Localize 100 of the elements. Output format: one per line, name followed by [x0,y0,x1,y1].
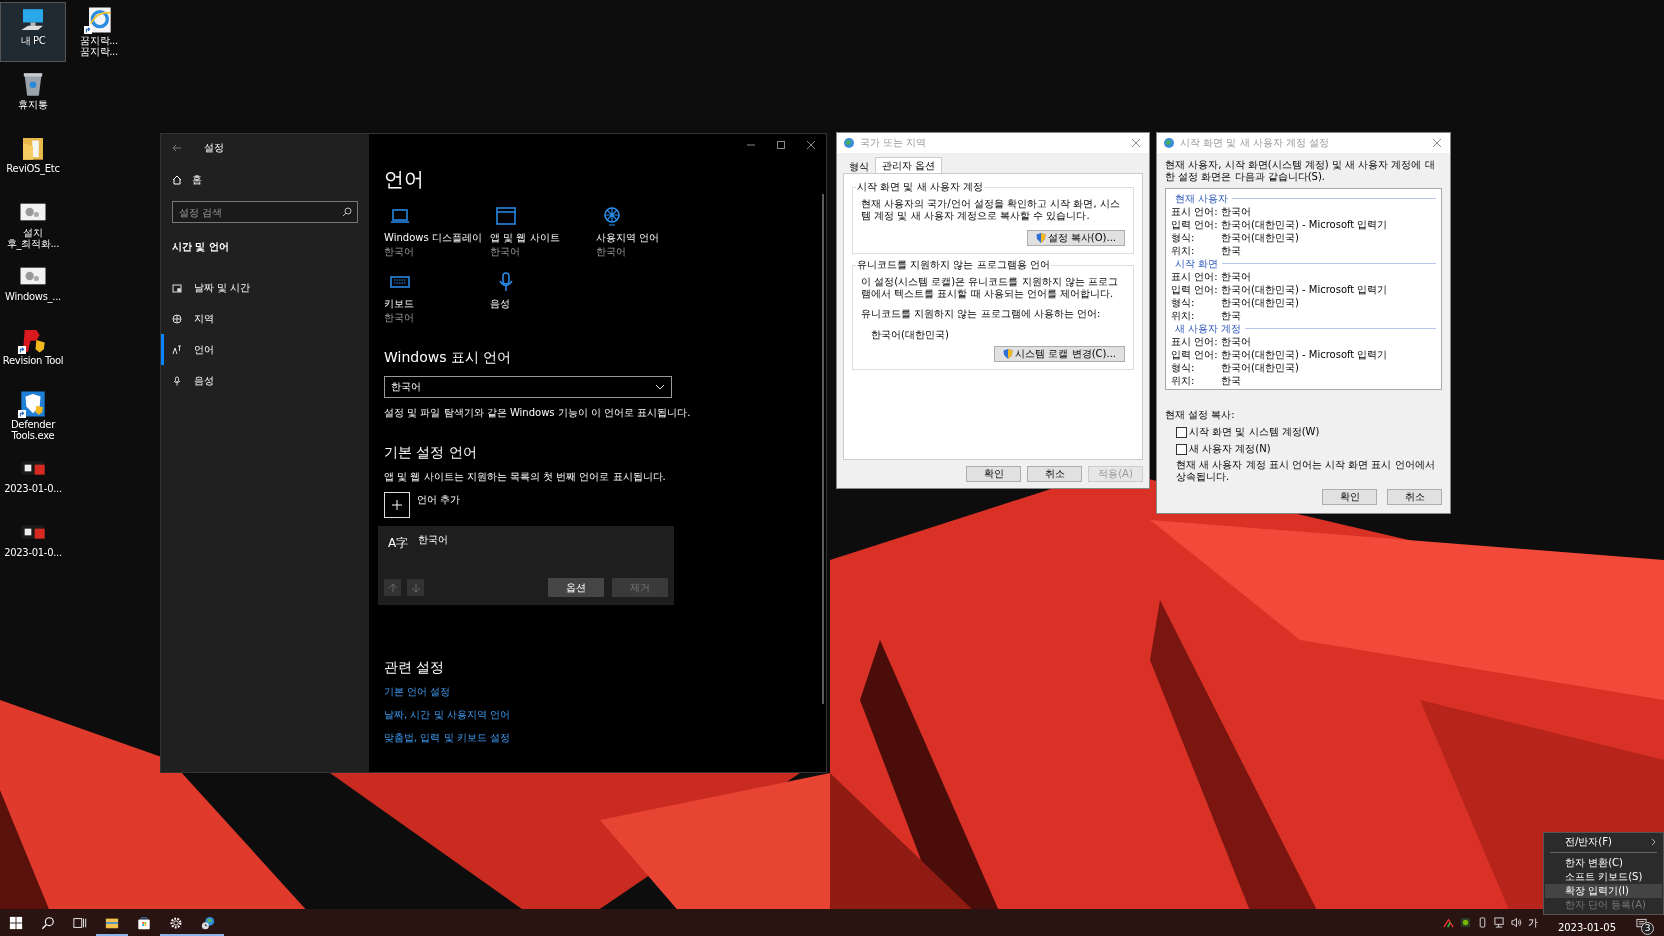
close-icon[interactable] [1432,138,1442,148]
description-text: 설정 및 파일 탐색기와 같은 Windows 기능이 이 언어로 표시됩니다. [384,406,691,420]
menu-item[interactable]: 한자 변환(C) [1545,856,1662,870]
field-label: 입력 언어: [1171,217,1219,232]
field-value: 한국 [1221,373,1241,388]
nav-item[interactable]: 지역 [161,303,358,334]
field-value: 한국어(대한민국) - Microsoft 입력기 [1221,282,1388,297]
notification-badge: 3 [1641,922,1654,935]
input-method-indicator[interactable]: 가 [1527,915,1538,930]
settings-link[interactable]: 기본 언어 설정 [384,684,451,700]
home-link[interactable]: 홈 [172,171,358,189]
desktop-icon[interactable]: 휴지통 [0,66,66,126]
store-icon [137,915,151,930]
field-label: 형식: [1171,230,1196,245]
description-text: 현재 사용자, 시작 화면(시스템 계정) 및 새 사용자 계정에 대한 설정 화면은 다음과 같습니다(S). [1165,159,1436,183]
globe-icon [172,313,182,324]
field-value: 한국어(대한민국) - Microsoft 입력기 [1221,217,1388,232]
start-icon [9,915,23,930]
language-action-button[interactable]: 옵션 [548,578,604,597]
admin-button[interactable]: 시스템 로캘 변경(C)... [994,346,1125,362]
desktop-icon[interactable]: 2023-01-0... [0,514,66,574]
field-value: 한국어(대한민국) [1221,295,1299,310]
speaker-icon[interactable] [1510,917,1522,928]
description-text: 유니코드를 지원하지 않는 프로그램에 사용하는 언어: [861,308,1102,320]
globe-clock-icon [201,915,215,930]
field-label: 위치: [1171,308,1196,323]
language-icon [172,344,182,355]
description-text: 앱 및 웹 사이트는 지원하는 목록의 첫 번째 언어로 표시됩니다. [384,470,666,484]
shield-icon [1035,233,1046,243]
menu-item[interactable]: 전/반자(F) [1545,835,1662,849]
chart-icon[interactable] [1442,917,1454,928]
dialog-button[interactable]: 취소 [1387,489,1442,505]
search-icon [342,207,352,217]
field-value: 한국어 [1221,204,1251,219]
field-label: 입력 언어: [1171,347,1219,362]
nav-item[interactable]: 언어 [161,334,358,365]
language-name: 한국어 [418,533,449,547]
settings-tile[interactable]: 키보드 한국어 [384,272,490,338]
description-text: 현재 사용자의 국가/언어 설정을 확인하고 시작 화면, 시스템 계정 및 새 사용자 계정으로 복사할 수 있습니다. [861,198,1121,222]
settings-tile[interactable]: Windows 디스플레이 한국어 [384,206,490,272]
group-title: 유니코드를 지원하지 않는 프로그램용 언어 [856,258,1051,272]
field-value: 한국 [1221,243,1241,258]
dialog-button[interactable]: 확인 [1322,489,1377,505]
dialog-button[interactable]: 확인 [966,466,1021,482]
tab[interactable]: 형식 [843,160,875,173]
window-title: 시작 화면 및 새 사용자 계정 설정 [1180,136,1331,150]
close-icon[interactable] [1131,138,1141,148]
notification-button[interactable]: 3 [1636,910,1654,935]
menu-item[interactable]: 확장 입력기(I) [1545,884,1662,898]
gpu-icon[interactable] [1459,917,1471,928]
add-language-button[interactable] [384,492,410,518]
chevron-down-icon [655,382,665,392]
settings-tile[interactable]: 사용지역 언어 한국어 [596,206,702,272]
page-title: 언어 [384,166,424,192]
desktop-icon[interactable]: ReviOS_Etc [0,130,66,190]
section-heading: 관련 설정 [384,658,445,677]
section-heading: Windows 표시 언어 [384,348,512,367]
window-icon [496,206,516,226]
group-title: 시작 화면 및 새 사용자 계정 [856,180,984,194]
search-icon [41,915,55,930]
note-text: 현재 새 사용자 계정 표시 언어는 시작 화면 표시 언어에서 상속됩니다. [1176,459,1436,483]
field-label: 입력 언어: [1171,282,1219,297]
language-dropdown[interactable]: 한국어 [384,376,672,398]
dialog-button[interactable]: 취소 [1027,466,1082,482]
back-arrow-icon[interactable] [172,143,182,153]
message-icon [1636,918,1647,929]
desktop-icon[interactable]: Defender Tools.exe [0,386,66,446]
language-value: 한국어(대한민국) [871,328,950,342]
network-icon[interactable] [1493,917,1505,928]
close-icon [806,140,816,150]
tab[interactable]: 관리자 옵션 [875,157,943,173]
desktop-icon[interactable]: 꿈지락... 꿈지락... [66,2,132,62]
scrollbar[interactable] [822,194,824,704]
section-heading: 기본 설정 언어 [384,443,477,462]
checkbox[interactable] [1176,426,1187,438]
settings-link[interactable]: 맞춤법, 입력 및 키보드 설정 [384,730,510,746]
nav-item[interactable]: 날짜 및 시간 [161,272,358,303]
window-title: 국가 또는 지역 [860,136,928,150]
desktop-icon[interactable]: Revision Tool [0,322,66,382]
globe-icon [1163,137,1175,149]
search-field[interactable]: 설정 검색 [172,201,358,223]
desktop-icon[interactable]: 설치 후_최적화... [0,194,66,254]
admin-button[interactable]: 설정 복사(O)... [1026,230,1125,246]
desktop-icon[interactable]: Windows_... [0,258,66,318]
field-label: 표시 언어: [1171,334,1219,349]
desktop-icon[interactable]: 2023-01-0... [0,450,66,510]
arrow-down-icon [410,582,421,593]
settings-tile[interactable]: 앱 및 웹 사이트 한국어 [490,206,596,272]
settings-link[interactable]: 날짜, 시간 및 사용지역 언어 [384,707,510,723]
nav-item[interactable]: 음성 [161,365,358,396]
menu-item[interactable]: 소프트 키보드(S) [1545,870,1662,884]
clock-date[interactable]: 2023-01-05 [1557,922,1616,933]
checkbox[interactable] [1176,443,1187,455]
field-value: 한국 [1221,308,1241,323]
field-label: 형식: [1171,295,1196,310]
window-title: 설정 [204,141,224,155]
field-label: 위치: [1171,243,1196,258]
desktop-icon[interactable]: 내 PC [0,2,66,62]
shield-icon [1003,349,1014,359]
settings-tile[interactable]: 음성 [490,272,596,338]
